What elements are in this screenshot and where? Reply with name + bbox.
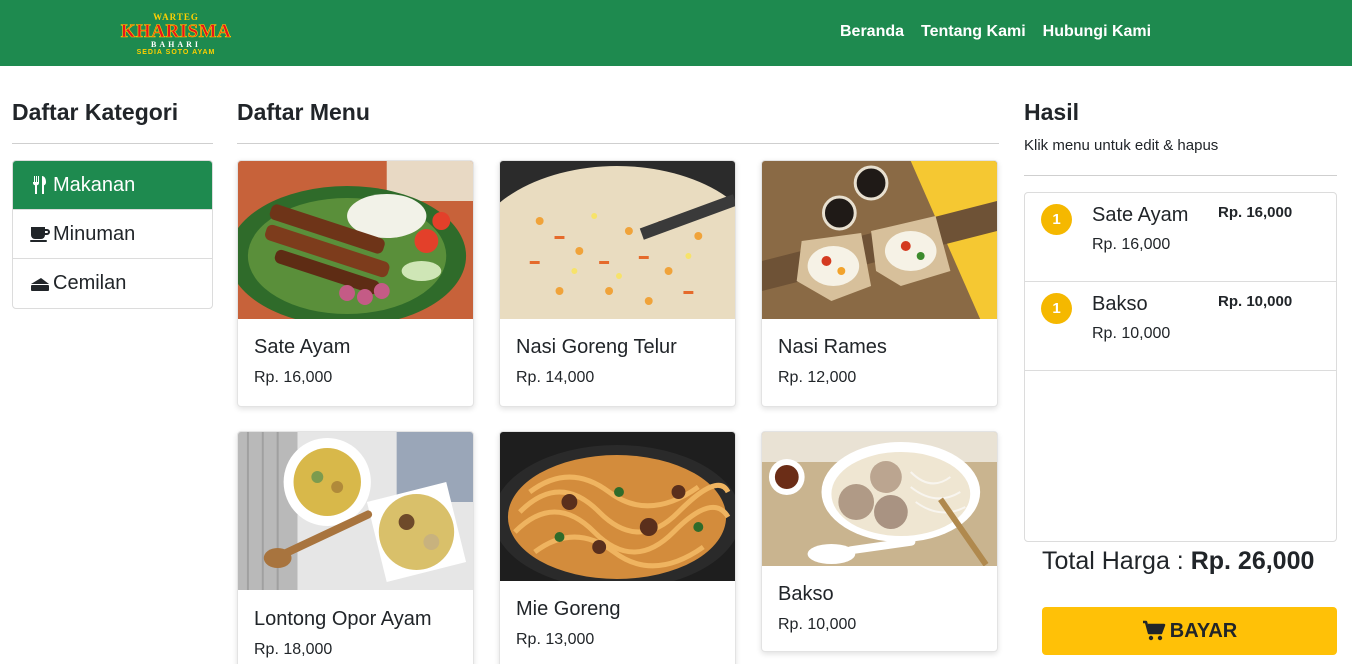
menu-title: Daftar Menu [237,99,370,125]
menu-price: Rp. 18,000 [254,641,333,658]
menu-price: Rp. 13,000 [516,631,595,648]
lontong-opor-image [238,432,473,590]
nav-link-tentang-kami[interactable]: Tentang Kami [921,22,1026,42]
order-item[interactable]: 1 Sate Ayam Rp. 16,000 Rp. 16,000 [1025,193,1336,282]
logo-text: SEDIA SOTO AYAM [136,49,216,56]
category-label: Makanan [53,173,136,196]
menu-name: Sate Ayam [254,336,351,358]
logo-text: BAHARI [150,40,201,49]
navbar: WARTEG KHARISMA BAHARI SEDIA SOTO AYAM B… [0,0,1352,66]
category-label: Minuman [53,222,136,245]
divider [237,143,999,144]
menu-name: Nasi Rames [778,336,887,358]
menu-price: Rp. 10,000 [778,616,857,633]
order-total: Rp. 10,000 [1218,293,1293,310]
qty-badge: 1 [1041,204,1072,235]
bayar-label: BAYAR [1169,619,1238,642]
category-item-minuman[interactable]: Minuman [13,210,212,259]
menu-name: Nasi Goreng Telur [516,336,677,358]
order-list: 1 Sate Ayam Rp. 16,000 Rp. 16,000 1 Baks… [1024,192,1337,542]
order-name: Sate Ayam [1092,204,1189,226]
menu-card-nasi-rames[interactable]: Nasi Rames Rp. 12,000 [761,160,998,407]
hasil-subtitle: Klik menu untuk edit & hapus [1024,137,1219,154]
nav-link-hubungi-kami[interactable]: Hubungi Kami [1043,22,1151,42]
category-item-makanan[interactable]: Makanan [13,161,212,210]
order-item[interactable]: 1 Bakso Rp. 10,000 Rp. 10,000 [1025,282,1336,371]
total-label: Total Harga : [1042,547,1184,575]
coffee-icon [29,223,51,245]
menu-name: Mie Goreng [516,598,621,620]
logo-text: KHARISMA [120,21,232,42]
nasi-goreng-image [500,161,735,319]
mie-goreng-image [500,432,735,581]
divider [1024,175,1337,176]
qty-badge: 1 [1041,293,1072,324]
order-name: Bakso [1092,293,1148,315]
nav-links: Beranda Tentang Kami Hubungi Kami [840,22,1151,42]
menu-card-lontong-opor-ayam[interactable]: Lontong Opor Ayam Rp. 18,000 [237,431,474,664]
nav-link-beranda[interactable]: Beranda [840,22,904,42]
total-price: Total Harga : Rp. 26,000 [1042,546,1314,576]
menu-card-mie-goreng[interactable]: Mie Goreng Rp. 13,000 [499,431,736,664]
menu-card-bakso[interactable]: Bakso Rp. 10,000 [761,431,998,652]
order-total: Rp. 16,000 [1218,204,1293,221]
divider [12,143,213,144]
sate-ayam-image [238,161,473,319]
category-label: Cemilan [53,272,127,294]
menu-price: Rp. 14,000 [516,369,595,386]
cake-icon [29,273,51,295]
shopping-cart-icon [1142,620,1166,642]
total-value: Rp. 26,000 [1190,547,1315,575]
hasil-title: Hasil [1024,99,1079,125]
kategori-title: Daftar Kategori [12,99,179,125]
category-list: Makanan Minuman Cemilan [12,160,213,309]
nasi-rames-image [762,161,997,319]
menu-card-nasi-goreng-telur[interactable]: Nasi Goreng Telur Rp. 14,000 [499,160,736,407]
bakso-image [762,432,997,566]
bayar-button[interactable]: BAYAR [1042,607,1337,655]
category-item-cemilan[interactable]: Cemilan [13,259,212,308]
menu-price: Rp. 12,000 [778,369,857,386]
menu-card-sate-ayam[interactable]: Sate Ayam Rp. 16,000 [237,160,474,407]
utensils-icon [29,174,51,196]
brand-logo[interactable]: WARTEG KHARISMA BAHARI SEDIA SOTO AYAM [120,12,232,58]
order-price: Rp. 16,000 [1092,236,1171,253]
menu-name: Bakso [778,583,834,605]
menu-price: Rp. 16,000 [254,369,333,386]
order-price: Rp. 10,000 [1092,325,1171,342]
menu-name: Lontong Opor Ayam [254,608,432,630]
